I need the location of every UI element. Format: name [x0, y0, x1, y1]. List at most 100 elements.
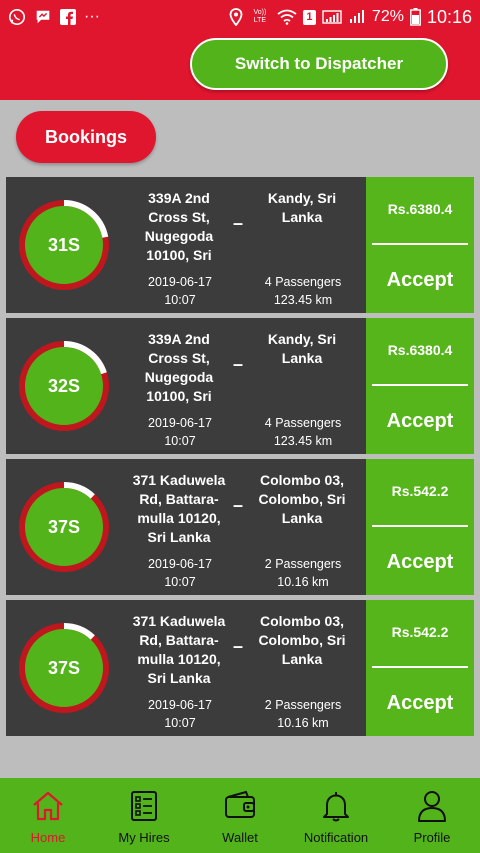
accept-button[interactable]: Accept — [366, 692, 474, 715]
booking-time: 10:07 — [164, 434, 196, 448]
pickup-address: 371 Kaduwela Rd, Battara-mulla 10120, Sri … — [124, 612, 234, 688]
pickup-address-line: 371 Kaduwela — [132, 613, 226, 629]
pickup-address-line: Sri Lanka — [147, 670, 211, 686]
passenger-count: 2 Passengers — [264, 698, 342, 712]
switch-to-dispatcher-button[interactable]: Switch to Dispatcher — [190, 38, 448, 90]
nav-profile-label: Profile — [413, 830, 451, 845]
pickup-address-line: Rd, Battara- — [139, 632, 219, 648]
booking-date: 2019-06-17 — [148, 275, 212, 289]
fare-divider — [372, 666, 468, 668]
nav-home[interactable]: Home — [0, 778, 96, 853]
booking-time: 10:07 — [164, 716, 196, 730]
trip-details: 4 Passengers 123.45 km — [238, 273, 368, 309]
bell-icon — [323, 792, 349, 822]
battery-percent: 72% — [371, 8, 404, 25]
sim-slot-badge: 1 — [302, 9, 316, 25]
whatsapp-icon — [8, 8, 26, 26]
dropoff-address-line: Kandy, Sri — [267, 331, 337, 347]
trip-details: 2 Passengers 10.16 km — [238, 555, 368, 591]
booking-datetime: 2019-06-17 10:07 — [134, 414, 226, 450]
nav-profile[interactable]: Profile — [384, 778, 480, 853]
wallet-icon — [225, 790, 255, 818]
nav-notification[interactable]: Notification — [288, 778, 384, 853]
signal-icon — [322, 9, 342, 25]
trip-details: 4 Passengers 123.45 km — [238, 414, 368, 450]
fare-divider — [372, 384, 468, 386]
nav-my-hires[interactable]: My Hires — [96, 778, 192, 853]
booking-time: 10:07 — [164, 293, 196, 307]
signal-secondary-icon — [348, 9, 366, 25]
trip-details: 2 Passengers 10.16 km — [238, 696, 368, 732]
dropoff-address: Colombo 03, Colombo, Sri Lanka — [242, 612, 362, 669]
fare-amount: Rs.542.2 — [391, 483, 449, 499]
dropoff-address: Kandy, Sri Lanka — [242, 330, 362, 368]
booking-time: 10:07 — [164, 575, 196, 589]
location-icon — [229, 8, 243, 26]
booking-datetime: 2019-06-17 10:07 — [134, 555, 226, 591]
nav-wallet-label: Wallet — [222, 830, 258, 845]
dropoff-address-line: Colombo 03, — [259, 472, 344, 488]
bookings-tab[interactable]: Bookings — [16, 111, 156, 163]
pickup-address: 371 Kaduwela Rd, Battara-mulla 10120, Sri … — [124, 471, 234, 547]
facebook-icon — [60, 9, 76, 25]
booking-card: 37S 371 Kaduwela Rd, Battara-mulla 10120, S… — [6, 600, 474, 736]
accept-button[interactable]: Accept — [366, 410, 474, 433]
passenger-count: 2 Passengers — [264, 557, 342, 571]
accept-panel: Rs.6380.4 Accept — [366, 318, 474, 454]
accept-panel: Rs.542.2 Accept — [366, 459, 474, 595]
pickup-address-line: 339A 2nd — [148, 331, 210, 347]
pickup-address-line: Nugegoda — [144, 369, 214, 385]
pickup-address-line: mulla 10120, — [137, 651, 221, 667]
accept-panel: Rs.542.2 Accept — [366, 600, 474, 736]
nav-my-hires-label: My Hires — [118, 830, 170, 845]
battery-icon — [410, 8, 421, 26]
user-icon — [418, 791, 446, 822]
app-header: Switch to Dispatcher — [0, 34, 480, 100]
trip-distance: 10.16 km — [277, 575, 329, 589]
dropoff-address-line: Lanka — [281, 209, 323, 225]
more-notifications: ··· — [84, 8, 100, 25]
nav-home-label: Home — [30, 830, 66, 845]
dropoff-address-line: Colombo, Sri — [258, 632, 346, 648]
pickup-address-line: Cross St, — [148, 209, 210, 225]
accept-panel: Rs.6380.4 Accept — [366, 177, 474, 313]
fare-amount: Rs.542.2 — [391, 624, 449, 640]
wifi-icon — [277, 9, 297, 25]
volte-icon: Vo)) LTE — [253, 9, 267, 24]
fare-divider — [372, 525, 468, 527]
trip-distance: 10.16 km — [277, 716, 329, 730]
accept-button[interactable]: Accept — [366, 551, 474, 574]
nav-wallet[interactable]: Wallet — [192, 778, 288, 853]
pickup-address-line: Nugegoda — [144, 228, 214, 244]
dropoff-address: Colombo 03, Colombo, Sri Lanka — [242, 471, 362, 528]
trip-distance: 123.45 km — [273, 434, 333, 448]
timer-seconds: 37S — [47, 516, 81, 537]
bookings-list: 31S 339A 2nd Cross St, Nugegoda 10100, Sri – K… — [6, 177, 474, 741]
dropoff-address-line: Lanka — [281, 350, 323, 366]
pickup-address-line: Sri Lanka — [147, 529, 211, 545]
booking-card: 31S 339A 2nd Cross St, Nugegoda 10100, Sri – K… — [6, 177, 474, 313]
booking-date: 2019-06-17 — [148, 698, 212, 712]
pickup-address-line: 371 Kaduwela — [132, 472, 226, 488]
dropoff-address-line: Colombo, Sri — [258, 491, 346, 507]
fare-amount: Rs.6380.4 — [387, 342, 453, 358]
status-bar: ··· Vo)) LTE 1 72% 10:16 — [0, 0, 480, 34]
dropoff-address: Kandy, Sri Lanka — [242, 189, 362, 227]
pickup-address-line: 10100, Sri — [146, 247, 212, 263]
dropoff-address-line: Lanka — [281, 510, 323, 526]
passenger-count: 4 Passengers — [264, 275, 342, 289]
fare-divider — [372, 243, 468, 245]
timer-seconds: 37S — [47, 657, 81, 678]
accept-button[interactable]: Accept — [366, 269, 474, 292]
bottom-navigation: Home My Hires Wallet Notification Profil… — [0, 778, 480, 853]
messenger-icon — [34, 8, 52, 26]
clock: 10:16 — [426, 6, 472, 27]
home-icon — [33, 791, 63, 821]
pickup-address-line: Cross St, — [148, 350, 210, 366]
booking-datetime: 2019-06-17 10:07 — [134, 696, 226, 732]
document-list-icon — [131, 791, 157, 821]
dropoff-address-line: Kandy, Sri — [267, 190, 337, 206]
pickup-address-line: 339A 2nd — [148, 190, 210, 206]
fare-amount: Rs.6380.4 — [387, 201, 453, 217]
booking-card: 32S 339A 2nd Cross St, Nugegoda 10100, Sri – K… — [6, 318, 474, 454]
